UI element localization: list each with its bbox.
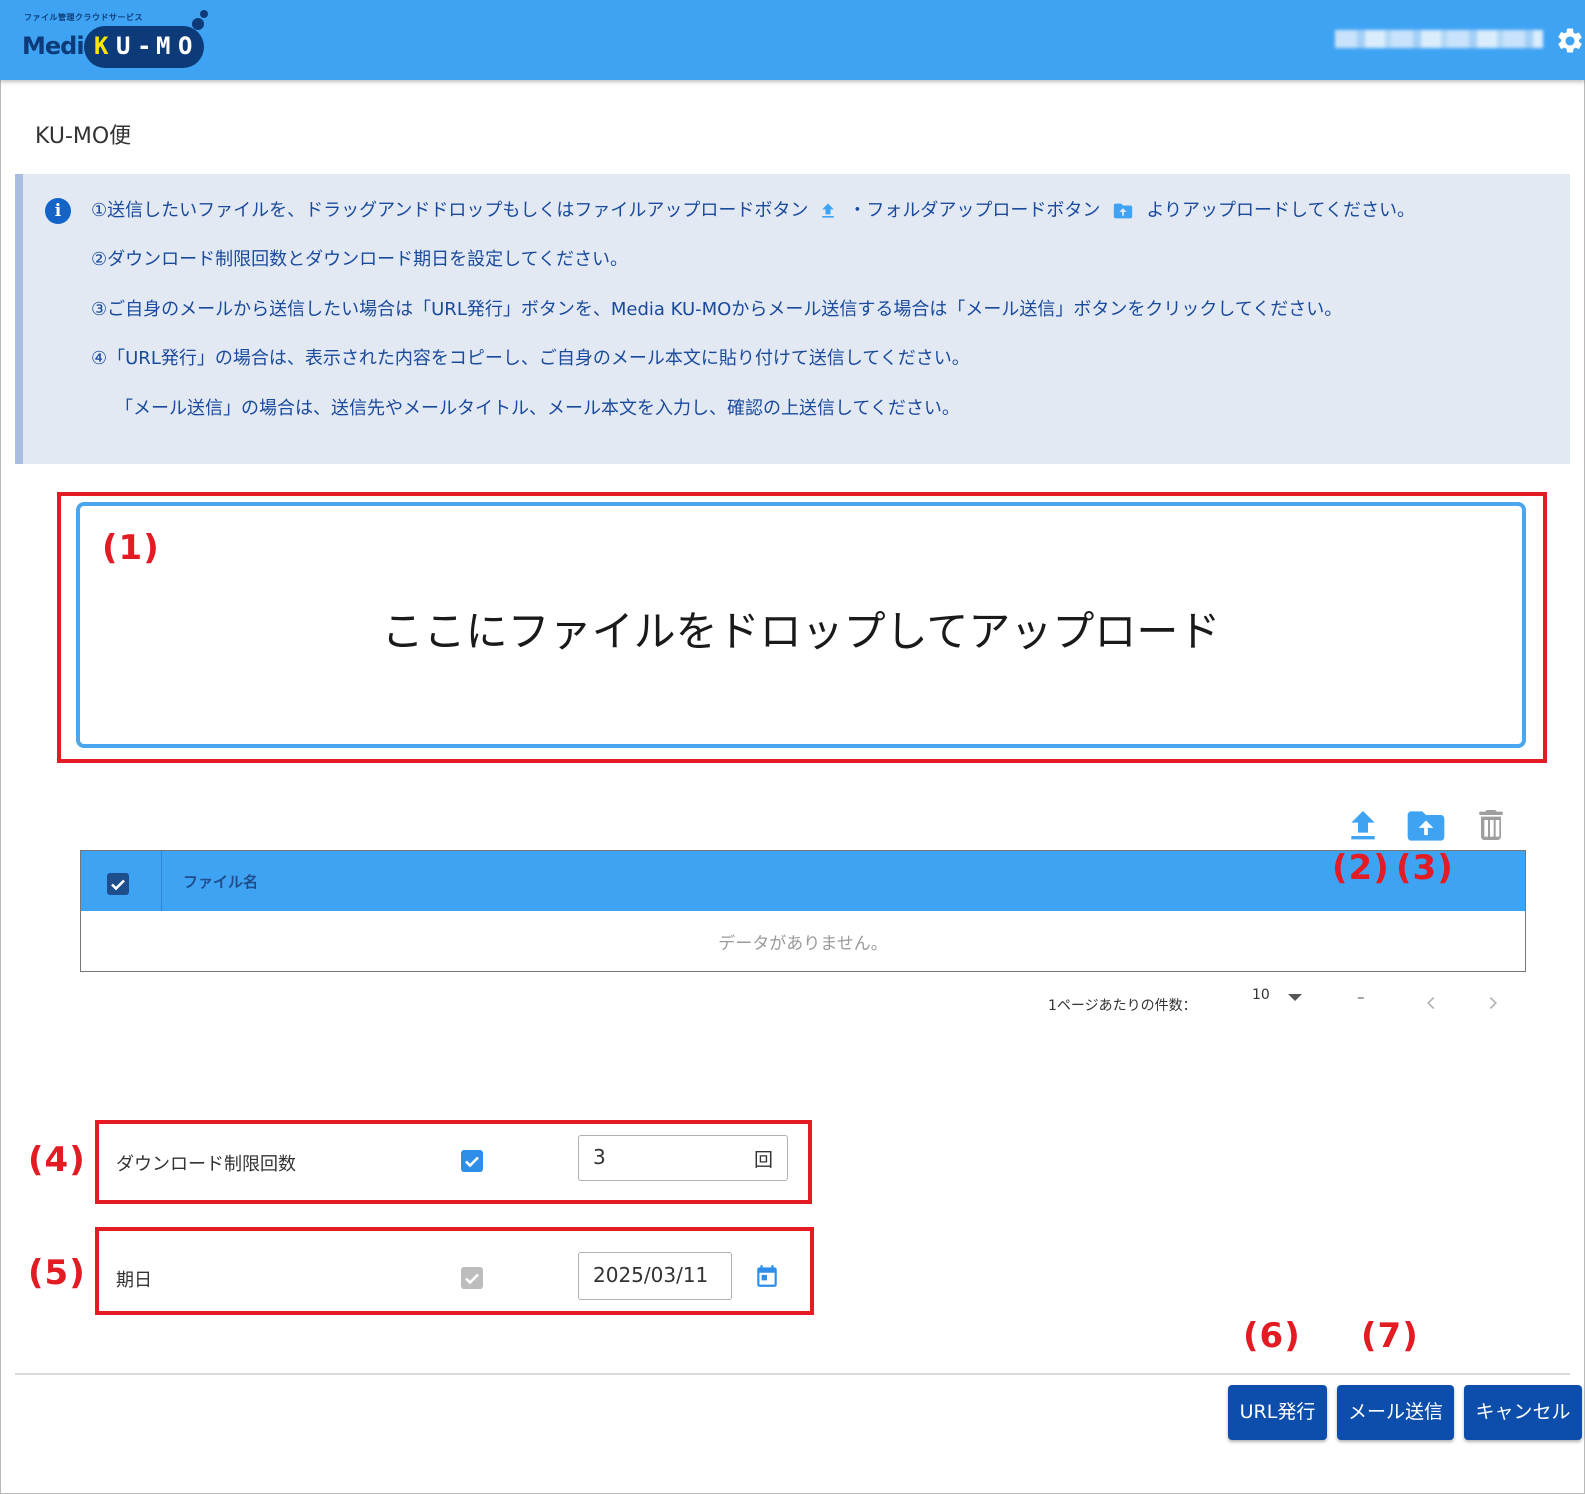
drop-zone-text: ここにファイルをドロップしてアップロード [381, 607, 1221, 656]
file-table: ファイル名 データがありません。 [80, 850, 1526, 972]
chevron-right-icon[interactable] [1482, 992, 1504, 1014]
chevron-left-icon[interactable] [1420, 992, 1442, 1014]
instructions-panel: i ①送信したいファイルを、ドラッグアンドドロップもしくはファイルアップロードボ… [15, 174, 1570, 464]
instruction-line-1-part-2: ・フォルダアップロードボタン [848, 200, 1101, 221]
instruction-line-2: ②ダウンロード制限回数とダウンロード期日を設定してください。 [91, 249, 629, 270]
table-empty-message: データがありません。 [718, 934, 888, 954]
download-limit-value: 3 [593, 1145, 606, 1169]
download-limit-input[interactable]: 3 回 [578, 1135, 788, 1181]
file-drop-zone[interactable]: ここにファイルをドロップしてアップロード [76, 502, 1526, 748]
logo-kumo-badge: K U - M O [84, 26, 204, 68]
instruction-line-5: 「メール送信」の場合は、送信先やメールタイトル、メール本文を入力し、確認の上送信… [115, 398, 960, 419]
folder-upload-icon[interactable] [1404, 804, 1448, 848]
logo-letter-k: K [94, 32, 109, 60]
issue-url-button[interactable]: URL発行 [1228, 1385, 1327, 1440]
logo-letter-o: O [178, 32, 193, 60]
trash-icon[interactable] [1471, 804, 1511, 846]
annotation-label-7: (7) [1361, 1316, 1419, 1356]
due-date-value: 2025/03/11 [593, 1263, 709, 1287]
due-date-checkbox [461, 1267, 483, 1289]
page-title: KU-MO便 [35, 124, 132, 149]
user-name-blurred[interactable] [1335, 30, 1543, 48]
info-icon: i [45, 198, 71, 224]
annotation-label-6: (6) [1243, 1316, 1301, 1356]
due-date-input[interactable]: 2025/03/11 [578, 1252, 732, 1300]
column-header-filename[interactable]: ファイル名 [183, 871, 258, 892]
select-all-checkbox[interactable] [106, 872, 130, 896]
file-upload-icon[interactable] [1343, 806, 1383, 846]
calendar-icon[interactable] [754, 1262, 780, 1290]
upload-icon [822, 203, 835, 218]
logo-letter-u: U [116, 32, 131, 60]
table-header-row: ファイル名 [81, 851, 1525, 911]
logo-tagline: ファイル管理クラウドサービス [24, 13, 143, 22]
logo-dash: - [137, 32, 152, 60]
gear-icon[interactable] [1555, 26, 1585, 56]
send-mail-button[interactable]: メール送信 [1337, 1385, 1454, 1440]
instruction-line-4: ④「URL発行」の場合は、表示された内容をコピーし、ご自身のメール本文に貼り付け… [91, 348, 970, 369]
select-all-cell [81, 851, 162, 911]
download-limit-unit: 回 [753, 1149, 773, 1171]
cancel-button[interactable]: キャンセル [1464, 1385, 1582, 1440]
rows-per-page-value[interactable]: 10 [1252, 987, 1270, 1003]
logo-dot-small [200, 10, 208, 18]
instruction-line-3: ③ご自身のメールから送信したい場合は「URL発行」ボタンを、Media KU-M… [91, 299, 1343, 320]
download-limit-label: ダウンロード制限回数 [116, 1154, 296, 1175]
annotation-label-1: (1) [102, 528, 160, 568]
instruction-line-1-part-3: よりアップロードしてください。 [1146, 200, 1415, 221]
logo-dot [192, 18, 204, 30]
logo-letter-m: M [156, 32, 171, 60]
pager-range: – [1357, 988, 1365, 1006]
media-kumo-logo[interactable]: ファイル管理クラウドサービス Media K U - M O [22, 10, 222, 72]
download-limit-checkbox[interactable] [460, 1149, 484, 1173]
annotation-label-5: (5) [28, 1253, 86, 1293]
due-date-label: 期日 [116, 1270, 152, 1291]
app-header: ファイル管理クラウドサービス Media K U - M O [0, 0, 1585, 80]
instruction-line-1: ①送信したいファイルを、ドラッグアンドドロップもしくはファイルアップロードボタン… [91, 196, 1415, 222]
rows-per-page-label: 1ページあたりの件数： [1048, 998, 1197, 1014]
rows-per-page-dropdown-icon[interactable] [1288, 994, 1302, 1001]
annotation-label-2: (2) [1332, 848, 1390, 888]
folder-upload-icon [1114, 203, 1133, 219]
instruction-line-1-part-1: ①送信したいファイルを、ドラッグアンドドロップもしくはファイルアップロードボタン [91, 200, 809, 221]
annotation-label-4: (4) [28, 1140, 86, 1180]
annotation-label-3: (3) [1396, 848, 1454, 888]
